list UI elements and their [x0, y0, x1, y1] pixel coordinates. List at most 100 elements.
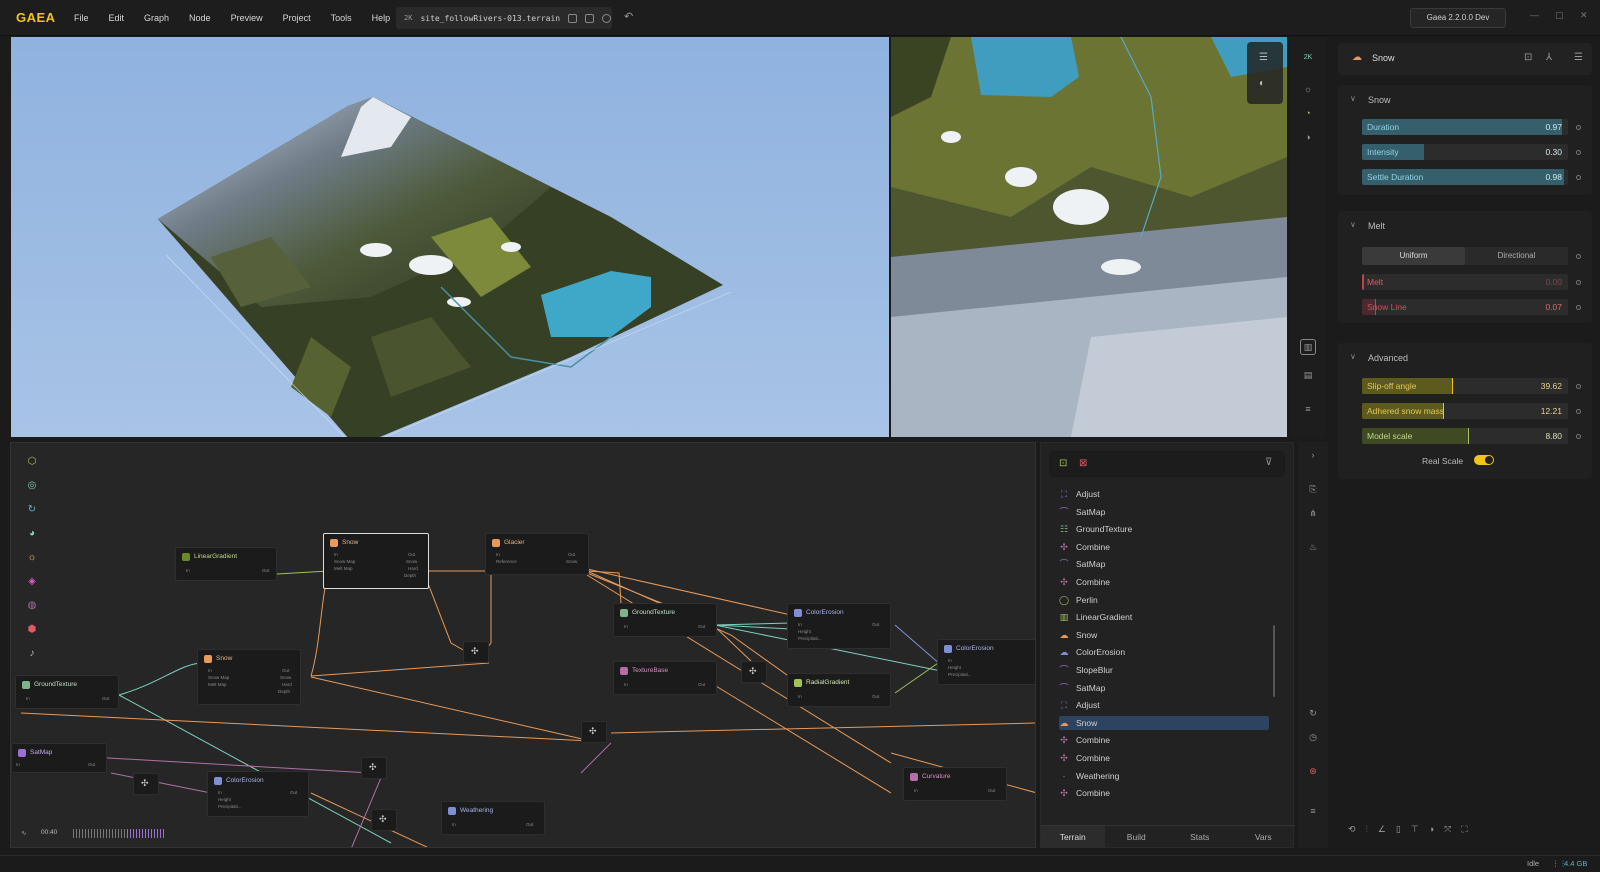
- keyframe-dot[interactable]: [1576, 434, 1581, 439]
- list-icon[interactable]: ≡: [1300, 401, 1316, 417]
- output-icon[interactable]: ⬢: [25, 623, 39, 637]
- keyframe-dot[interactable]: [1576, 280, 1581, 285]
- library-item[interactable]: ⛶ Adjust: [1059, 698, 1269, 712]
- tab-terrain[interactable]: Terrain: [1041, 826, 1105, 847]
- port-in[interactable]: In: [452, 822, 456, 827]
- options-icon[interactable]: ☰: [1574, 52, 1583, 63]
- viewport-3d[interactable]: [11, 37, 889, 437]
- simulate-icon[interactable]: ☼: [25, 551, 39, 565]
- port-in[interactable]: Precipitati...: [218, 804, 242, 809]
- frame-icon[interactable]: ⊠: [1079, 458, 1087, 469]
- loop-icon[interactable]: ⟲: [1348, 824, 1356, 835]
- menu-tools[interactable]: Tools: [321, 0, 362, 36]
- tab-vars[interactable]: Vars: [1232, 826, 1296, 847]
- menu-node[interactable]: Node: [179, 0, 221, 36]
- library-item[interactable]: ☁ ColorErosion: [1059, 645, 1269, 659]
- node-combine[interactable]: ✣: [133, 773, 159, 795]
- node-glacier[interactable]: Glacier In Reference Out Snow: [485, 533, 589, 575]
- node-graph[interactable]: ⬡ ◎ ↻ ◕ ☼ ◈ ◍ ⬢ ♪ LinearGradient In Out …: [10, 442, 1036, 848]
- close-icon[interactable]: ✕: [1580, 10, 1588, 21]
- node-texture-base[interactable]: TextureBase In Out: [613, 661, 717, 695]
- port-in[interactable]: Height: [798, 629, 811, 634]
- tab-build[interactable]: Build: [1105, 826, 1169, 847]
- bookmark-icon[interactable]: ⎘: [1306, 484, 1320, 498]
- port-out[interactable]: Hard: [282, 682, 292, 687]
- sun-icon[interactable]: ☼: [1300, 81, 1316, 97]
- port-out[interactable]: Depth: [404, 573, 416, 578]
- port-out[interactable]: Depth: [278, 689, 290, 694]
- library-item[interactable]: · Weathering: [1059, 769, 1269, 783]
- port-in[interactable]: Precipitati...: [948, 672, 972, 677]
- model-scale-slider[interactable]: Model scale 8.80: [1362, 428, 1568, 444]
- library-item[interactable]: ✣ Combine: [1059, 540, 1269, 554]
- node-linear-gradient[interactable]: LinearGradient In Out: [175, 547, 277, 581]
- port-out[interactable]: Out: [988, 788, 995, 793]
- library-item[interactable]: ✣ Combine: [1059, 733, 1269, 747]
- refresh-icon[interactable]: ↻: [1306, 708, 1320, 722]
- keyframe-dot[interactable]: [1576, 409, 1581, 414]
- save-icon[interactable]: [568, 13, 578, 23]
- surface-icon[interactable]: ◕: [25, 527, 39, 541]
- port-in[interactable]: Height: [948, 665, 961, 670]
- port-out[interactable]: Out: [408, 552, 415, 557]
- colorize-icon[interactable]: ◍: [25, 599, 39, 613]
- port-out[interactable]: Out: [568, 552, 575, 557]
- menu-icon[interactable]: ≡: [1306, 806, 1320, 820]
- node-weathering[interactable]: Weathering In Out: [441, 801, 545, 835]
- viewport-2d[interactable]: [891, 37, 1287, 437]
- modify-icon[interactable]: ↻: [25, 503, 39, 517]
- library-item[interactable]: ☁ Snow: [1059, 715, 1269, 730]
- port-in[interactable]: Precipitati...: [798, 636, 822, 641]
- settle-duration-slider[interactable]: Settle Duration 0.98: [1362, 169, 1568, 185]
- port-out[interactable]: Out: [88, 762, 95, 767]
- timer-icon[interactable]: ◷: [1306, 732, 1320, 746]
- filter-icon[interactable]: ⊽: [1265, 457, 1272, 468]
- node-color-erosion-3[interactable]: ColorErosion In Height Precipitati... Ou…: [207, 771, 309, 817]
- port-in[interactable]: In: [186, 568, 190, 573]
- menu-file[interactable]: File: [64, 0, 99, 36]
- node-satmap[interactable]: SatMap In Out: [11, 743, 107, 773]
- node-curvature[interactable]: Curvature In Out: [903, 767, 1007, 801]
- branch-icon[interactable]: ⋔: [1306, 508, 1320, 522]
- chevron-right-icon[interactable]: ›: [1306, 450, 1320, 464]
- snow-line-slider[interactable]: Snow Line 0.07: [1362, 299, 1568, 315]
- tab-stats[interactable]: Stats: [1168, 826, 1232, 847]
- menu-preview[interactable]: Preview: [221, 0, 273, 36]
- record-icon[interactable]: ⊛: [1306, 766, 1320, 780]
- port-in[interactable]: Melt Map: [334, 566, 353, 571]
- port-out[interactable]: Out: [698, 682, 705, 687]
- port-in[interactable]: Snow Map: [208, 675, 229, 680]
- align-icon[interactable]: ⊤: [1411, 824, 1419, 835]
- port-out[interactable]: Out: [282, 668, 289, 673]
- keyframe-dot[interactable]: [1576, 125, 1581, 130]
- port-in[interactable]: In: [334, 552, 338, 557]
- version-badge[interactable]: Gaea 2.2.0.0 Dev: [1410, 8, 1506, 28]
- library-item[interactable]: ▥ LinearGradient: [1059, 610, 1269, 624]
- keyframe-dot[interactable]: [1576, 384, 1581, 389]
- port-in[interactable]: Snow Map: [334, 559, 355, 564]
- port-in[interactable]: In: [208, 668, 212, 673]
- library-item[interactable]: ⛶ Adjust: [1059, 487, 1269, 501]
- port-out[interactable]: Snow: [566, 559, 577, 564]
- slip-off-angle-slider[interactable]: Slip-off angle 39.62: [1362, 378, 1568, 394]
- port-in[interactable]: Melt Map: [208, 682, 227, 687]
- port-in[interactable]: In: [798, 622, 802, 627]
- derive-icon[interactable]: ◈: [25, 575, 39, 589]
- minimize-icon[interactable]: —: [1530, 10, 1539, 20]
- port-out[interactable]: Out: [102, 696, 109, 701]
- copy-icon[interactable]: [585, 13, 595, 23]
- library-item[interactable]: ◯ Perlin: [1059, 593, 1269, 607]
- duration-slider[interactable]: Duration 0.97: [1362, 119, 1568, 135]
- library-item[interactable]: ✣ Combine: [1059, 786, 1269, 800]
- intensity-slider[interactable]: Intensity 0.30: [1362, 144, 1568, 160]
- fullscreen-icon[interactable]: ⛶: [1461, 824, 1467, 835]
- port-in[interactable]: In: [948, 658, 952, 663]
- node-name[interactable]: Snow: [1372, 53, 1395, 63]
- menu-graph[interactable]: Graph: [134, 0, 179, 36]
- node-combine[interactable]: ✣: [371, 809, 397, 831]
- directional-option[interactable]: Directional: [1465, 247, 1568, 265]
- node-combine[interactable]: ✣: [581, 721, 607, 743]
- port-in[interactable]: Height: [218, 797, 231, 802]
- file-box[interactable]: 2K site_followRivers-013.terrain: [396, 7, 612, 29]
- angle-icon[interactable]: ∠: [1378, 824, 1386, 835]
